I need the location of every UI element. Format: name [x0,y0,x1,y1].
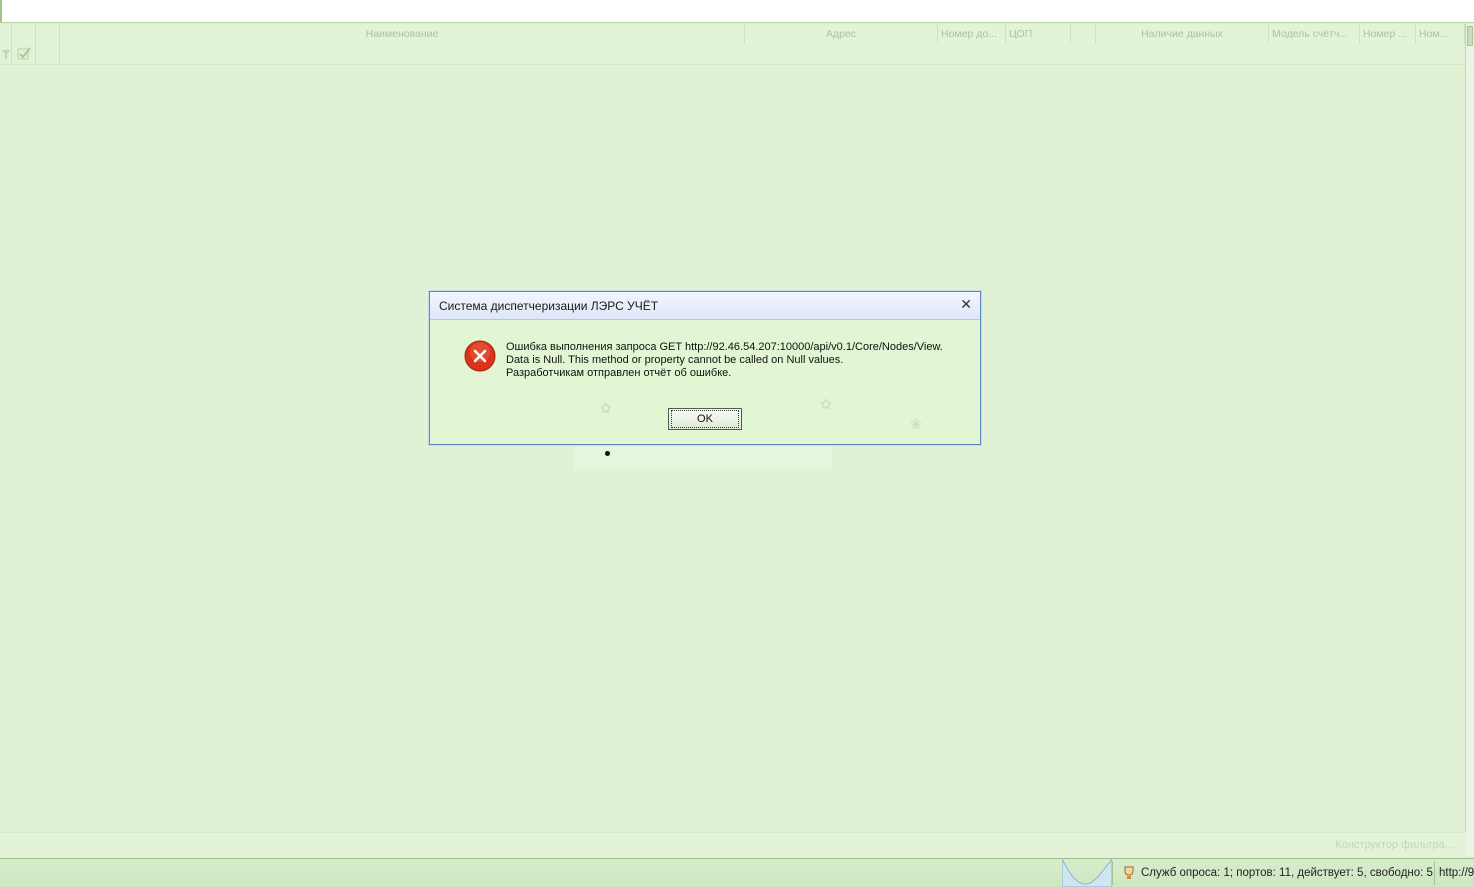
dialog-title: Система диспетчеризации ЛЭРС УЧЁТ [439,299,659,313]
column-header-meter-model[interactable]: Модель счётч... [1269,24,1360,44]
message-line: Разработчикам отправлен отчёт об ошибке. [506,367,732,379]
trophy-icon [1124,866,1134,879]
background-panel [574,445,832,471]
column-header-cop[interactable]: ЦОП [1006,24,1071,44]
butterfly-decoration-icon: ✿ [820,396,832,412]
cursor-dot [605,451,610,456]
filter-funnel-cell[interactable] [0,44,12,64]
checkbox-icon [17,47,31,60]
column-header-icon[interactable] [36,24,60,44]
poll-status-panel: Служб опроса: 1; портов: 11, действует: … [1112,861,1435,885]
ok-button[interactable]: OK [668,408,742,430]
flower-decoration-icon: ❀ [910,416,922,432]
message-line: Data is Null. This method or property ca… [506,354,844,366]
error-icon [464,340,496,372]
ok-button-label: OK [671,410,739,428]
column-header-check[interactable] [12,24,36,44]
filter-icon-cell[interactable] [36,44,60,64]
butterfly-decoration-icon: ✿ [600,400,612,416]
filter-bar: Конструктор фильтра... [0,832,1466,857]
column-header-indicator[interactable] [0,24,12,44]
funnel-icon [2,50,10,59]
column-header-name[interactable]: Наименование [60,24,745,44]
dialog-titlebar[interactable]: Система диспетчеризации ЛЭРС УЧЁТ ✕ [430,292,980,320]
error-message: Ошибка выполнения запроса GET http://92.… [506,341,943,380]
column-header-data-availability[interactable]: Наличие данных [1096,24,1269,44]
top-toolbar [0,0,1474,23]
toolbar-edge [0,0,2,22]
poll-status-text: Служб опроса: 1; портов: 11, действует: … [1141,867,1433,879]
scrollbar-thumb[interactable] [1467,26,1473,46]
column-header-contract-number[interactable]: Номер до... [938,24,1006,44]
server-url-panel: http://9 [1434,861,1474,885]
column-header-blank[interactable] [1071,24,1096,44]
dialog-body: ✿ ✿ ❀ Ошибка выполнения запроса GET http… [430,320,980,444]
filter-constructor-link[interactable]: Конструктор фильтра... [1335,839,1454,851]
filter-check-cell[interactable] [12,44,36,64]
filter-row [0,44,1466,65]
close-icon[interactable]: ✕ [960,296,972,313]
vertical-scrollbar[interactable] [1465,24,1474,856]
status-bar: Служб опроса: 1; портов: 11, действует: … [0,858,1474,887]
error-dialog: Система диспетчеризации ЛЭРС УЧЁТ ✕ ✿ ✿ … [429,291,981,445]
column-header-number-2[interactable]: Ном... [1416,24,1465,44]
column-header-address[interactable]: Адрес [745,24,938,44]
grid-header: Наименование Адрес Номер до... ЦОП Налич… [0,24,1466,45]
column-header-number[interactable]: Номер ... [1360,24,1416,44]
message-line: Ошибка выполнения запроса GET http://92.… [506,341,943,353]
status-wave-decoration [1062,859,1112,887]
filter-cell-name[interactable] [60,44,1466,64]
